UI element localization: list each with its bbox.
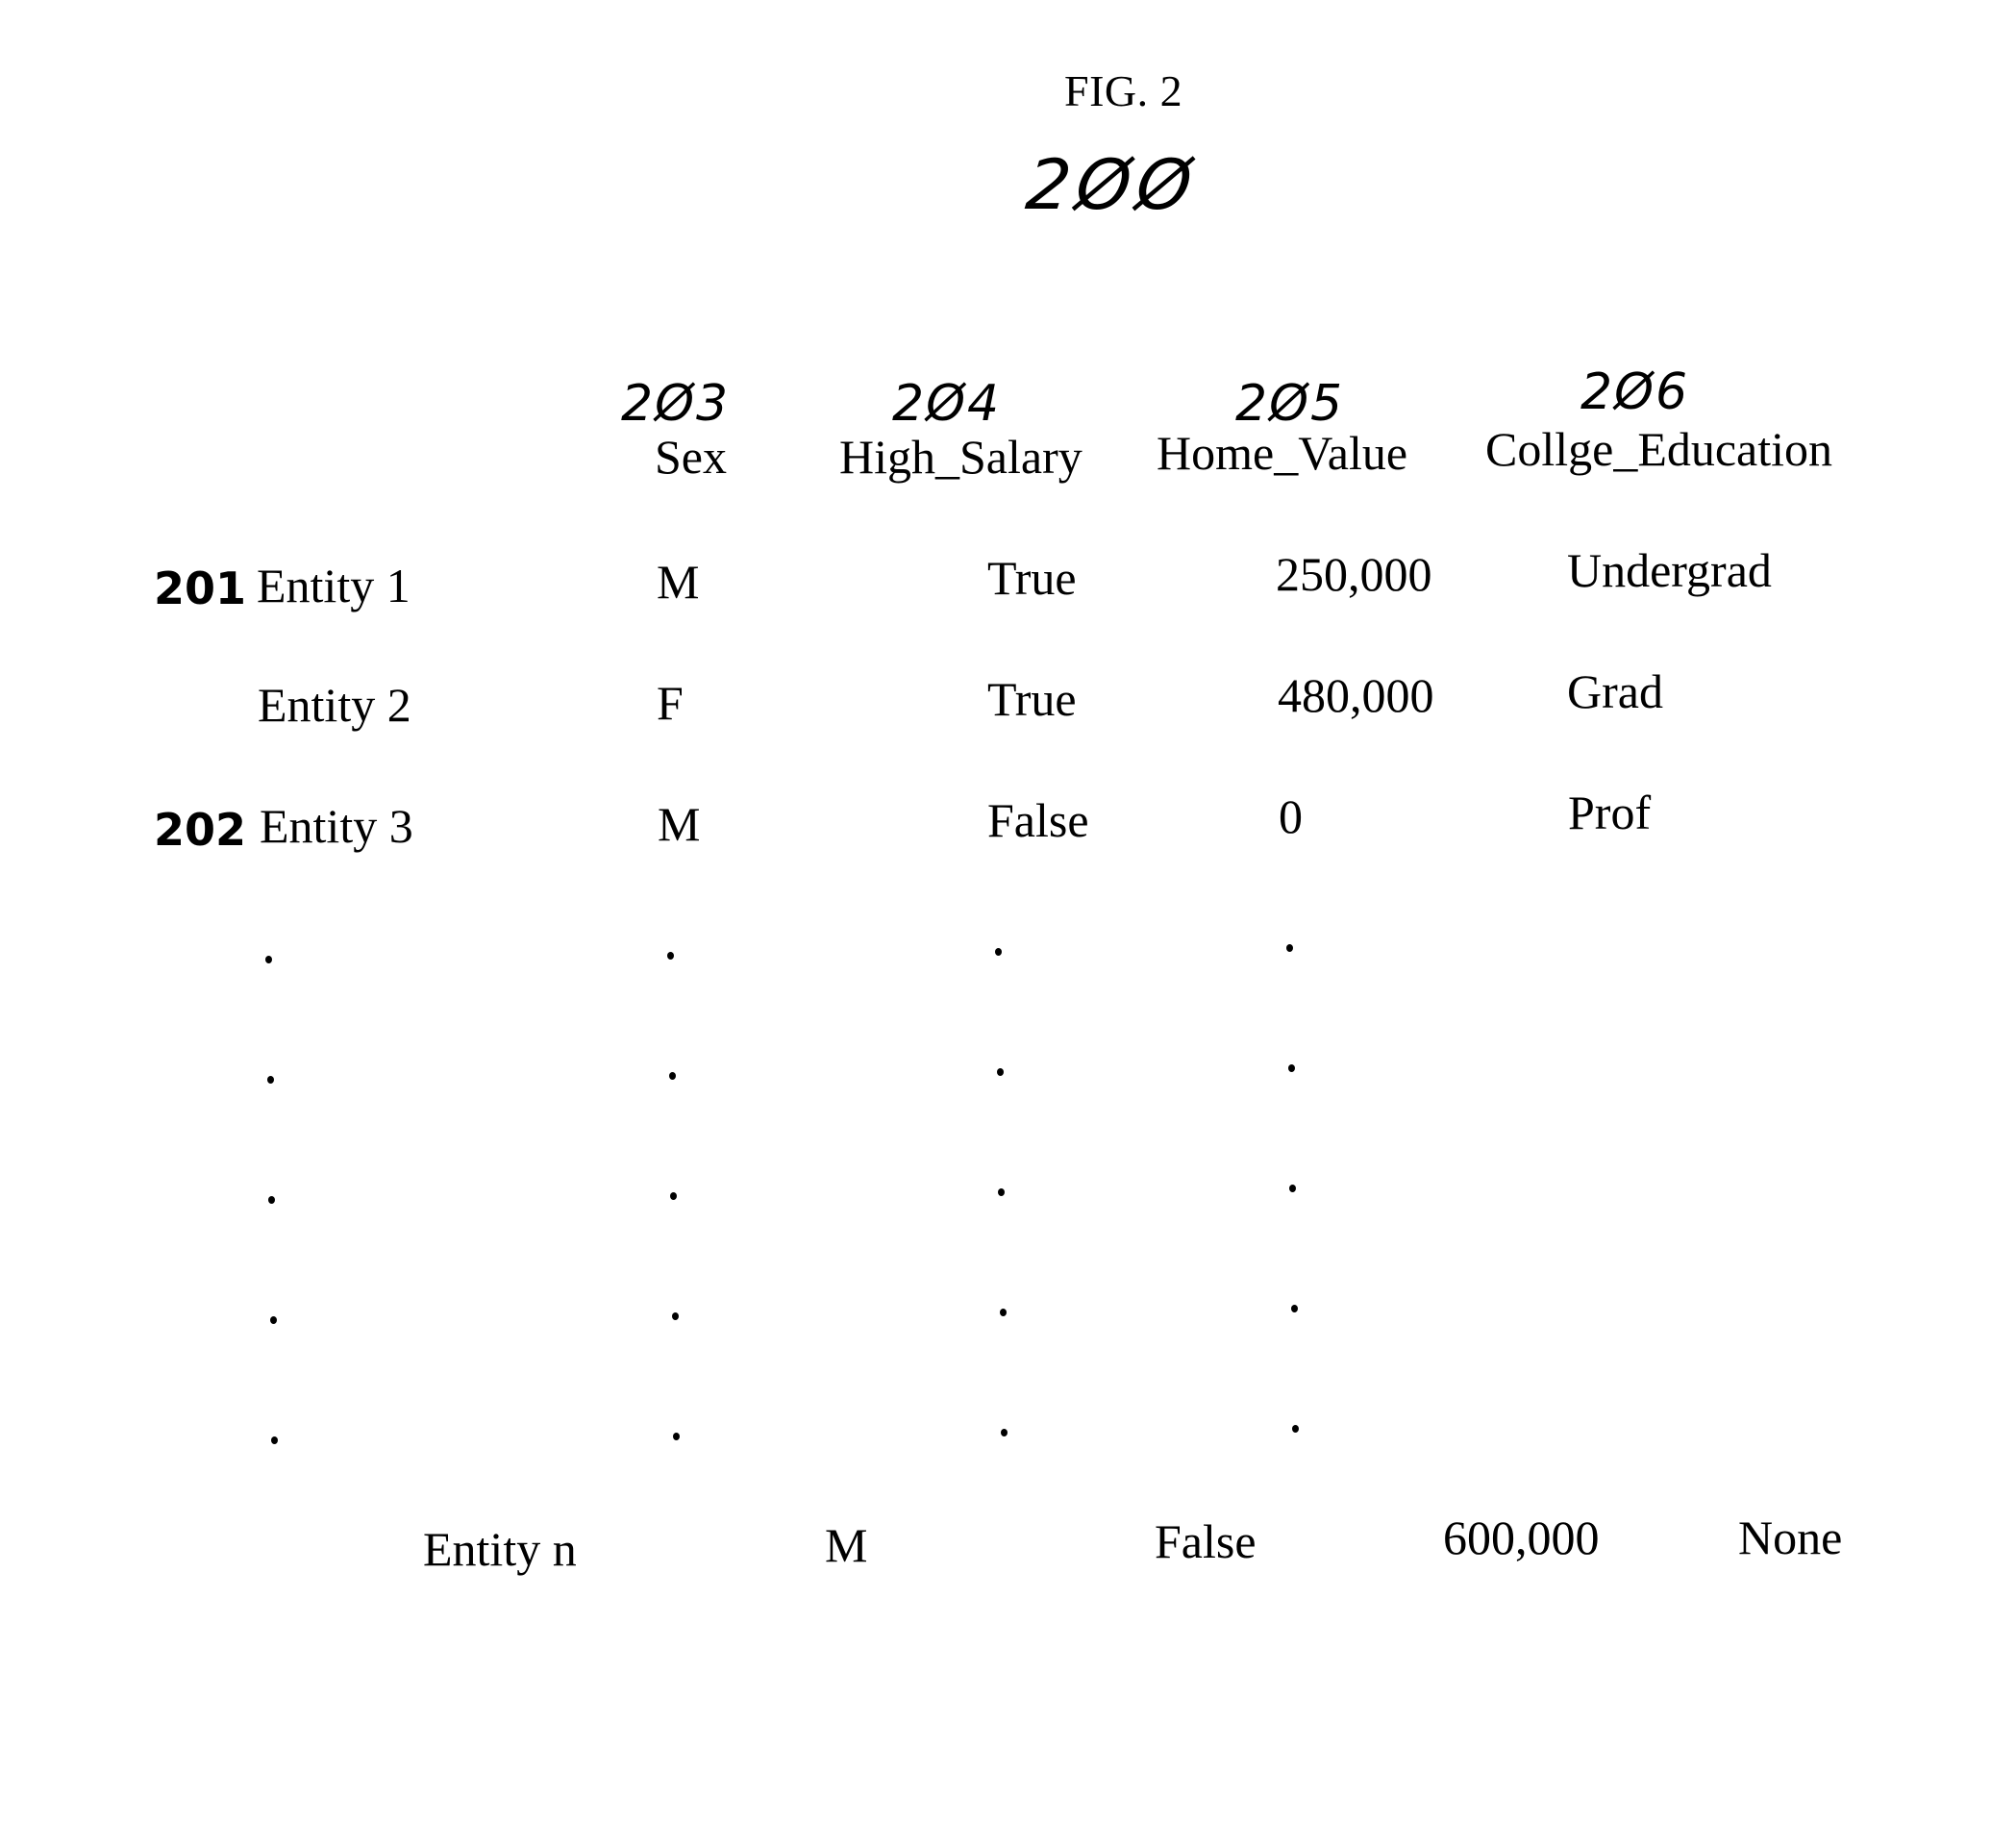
table-cell-college-education: Grad	[1567, 664, 1663, 718]
column-ref-college-education: 2Ø6	[1580, 363, 1690, 421]
table-cell-high-salary: False	[987, 793, 1089, 847]
table-cell-college-education: Prof	[1568, 786, 1652, 839]
table-cell-high-salary: True	[987, 551, 1077, 605]
table-cell-sex: M	[825, 1518, 868, 1572]
table-row-entity-label: Entity 2	[258, 678, 411, 732]
ellipsis-dot	[999, 1309, 1007, 1316]
ellipsis-dot	[668, 1072, 676, 1080]
ellipsis-dot	[1289, 1185, 1296, 1192]
table-cell-home-value: 250,000	[1276, 547, 1432, 601]
column-header-college-education: Collge_Education	[1485, 422, 1833, 476]
table-cell-home-value: 600,000	[1443, 1511, 1600, 1564]
figure-reference-number: 2ØØ	[1022, 144, 1202, 225]
table-cell-sex: F	[657, 676, 684, 730]
column-header-sex: Sex	[655, 430, 727, 484]
ellipsis-dot	[998, 1188, 1005, 1196]
column-ref-sex: 2Ø3	[621, 375, 731, 433]
table-row-entity-label: Entity 1	[257, 559, 411, 612]
ellipsis-dot	[266, 1076, 274, 1084]
figure-title: FIG. 2	[1064, 66, 1183, 115]
ellipsis-dot	[670, 1192, 677, 1200]
ellipsis-dot	[1290, 1305, 1298, 1312]
ellipsis-dot	[996, 1068, 1004, 1076]
column-ref-high-salary: 2Ø4	[892, 375, 1002, 433]
ellipsis-dot	[1287, 1064, 1295, 1072]
table-cell-college-education: Undergrad	[1567, 543, 1772, 597]
row-ref-202: 202	[154, 804, 247, 856]
table-cell-sex: M	[658, 797, 701, 851]
row-ref-201: 201	[154, 562, 247, 614]
ellipsis-dot	[1286, 944, 1293, 952]
table-row-entity-label: Entity 3	[260, 799, 413, 853]
ellipsis-dot	[995, 948, 1002, 956]
column-header-high-salary: High_Salary	[839, 430, 1083, 484]
ellipsis-dot	[269, 1316, 277, 1324]
table-row-entity-label: Entity n	[423, 1522, 577, 1576]
ellipsis-dot	[265, 956, 272, 963]
table-cell-home-value: 0	[1279, 789, 1303, 843]
column-header-home-value: Home_Value	[1157, 426, 1408, 480]
table-cell-high-salary: False	[1155, 1514, 1257, 1568]
table-cell-college-education: None	[1738, 1511, 1843, 1564]
ellipsis-dot	[1292, 1425, 1299, 1433]
ellipsis-dot	[671, 1312, 679, 1320]
table-cell-sex: M	[657, 555, 700, 609]
ellipsis-dot	[667, 952, 674, 960]
table-cell-home-value: 480,000	[1278, 668, 1434, 722]
ellipsis-dot	[271, 1436, 278, 1444]
table-cell-high-salary: True	[987, 672, 1077, 726]
ellipsis-dot	[1001, 1429, 1008, 1436]
ellipsis-dot	[673, 1433, 680, 1440]
ellipsis-dot	[268, 1196, 275, 1204]
column-ref-home-value: 2Ø5	[1235, 375, 1345, 433]
